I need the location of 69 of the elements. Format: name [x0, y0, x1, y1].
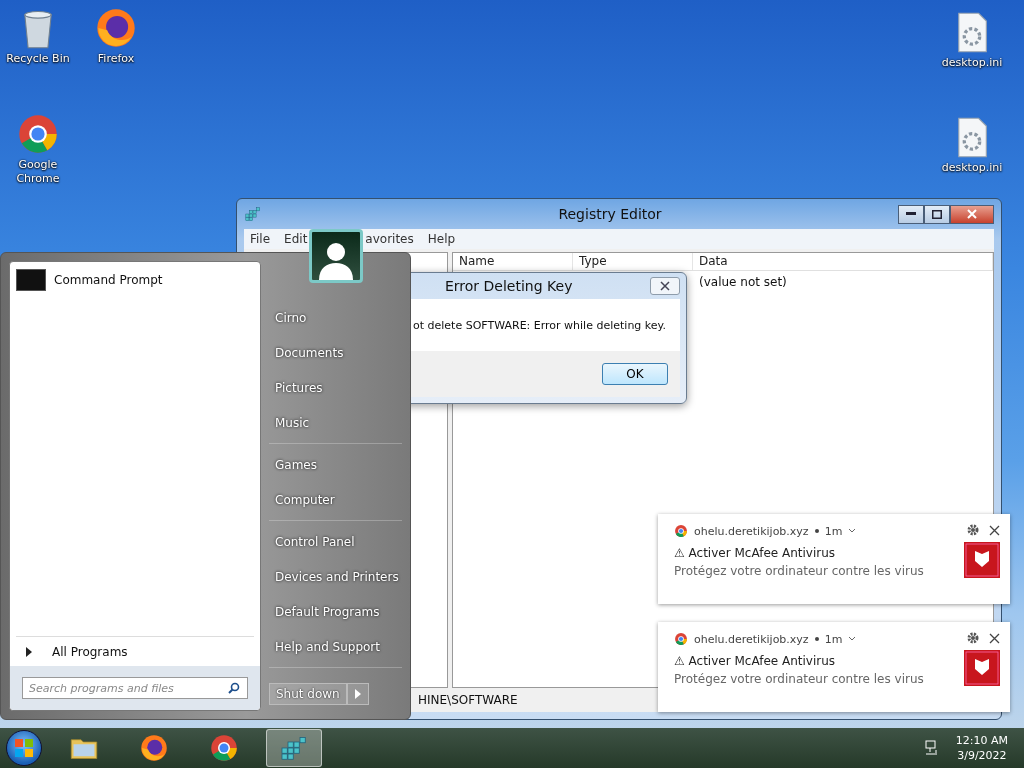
- notification-time: 1m: [824, 632, 843, 646]
- settings-icon[interactable]: [967, 632, 979, 644]
- notification-body: Protégez votre ordinateur contre les virus: [674, 564, 925, 578]
- search-icon[interactable]: [228, 682, 240, 694]
- desktop-icon-label: Firefox: [97, 52, 135, 66]
- close-icon[interactable]: [989, 632, 1000, 644]
- browser-icon[interactable]: [674, 524, 688, 538]
- desktop-icon-label: desktop.ini: [941, 161, 1003, 175]
- firefox-icon[interactable]: [94, 6, 138, 50]
- status-bar-path: HINE\SOFTWARE: [418, 693, 518, 707]
- program-item[interactable]: Command Prompt: [54, 273, 163, 287]
- terminal-icon[interactable]: [16, 269, 46, 291]
- shut-down-options-button[interactable]: [346, 683, 369, 705]
- shield-logo-icon: [964, 650, 1000, 686]
- menu-item[interactable]: Edit: [284, 232, 308, 246]
- notification-title: ⚠ Activer McAfee Antivirus: [674, 654, 837, 668]
- column-header[interactable]: Name: [453, 253, 573, 270]
- chrome-icon[interactable]: [16, 112, 60, 156]
- notification-time: 1m: [824, 524, 843, 538]
- maximize-icon: [932, 209, 942, 219]
- dialog-title: Error Deleting Key: [445, 278, 573, 294]
- notification-body: Protégez votre ordinateur contre les virus: [674, 672, 925, 686]
- notification-card[interactable]: ohelu.deretikijob.xyz 1m ⚠ Activer McAfee Antivirus Protégez votre ordinateur contre les virus: [658, 514, 1010, 604]
- user-avatar[interactable]: [309, 229, 363, 283]
- column-header[interactable]: Data: [693, 253, 993, 270]
- firefox-icon[interactable]: [139, 733, 169, 763]
- close-icon[interactable]: [989, 524, 1000, 536]
- notification-card[interactable]: ohelu.deretikijob.xyz 1m ⚠ Activer McAfee Antivirus Protégez votre ordinateur contre les virus: [658, 622, 1010, 712]
- dot-icon: [814, 529, 819, 533]
- taskbar-app-button[interactable]: [266, 729, 322, 767]
- settings-icon[interactable]: [967, 524, 979, 536]
- minimize-button[interactable]: [898, 204, 924, 224]
- notification-title: ⚠ Activer McAfee Antivirus: [674, 546, 837, 560]
- shield-logo-icon: [964, 542, 1000, 578]
- start-menu-link[interactable]: Default Programs: [269, 595, 402, 630]
- ok-button[interactable]: OK: [602, 363, 668, 385]
- triangle-icon[interactable]: [26, 646, 32, 657]
- close-icon: [660, 281, 670, 291]
- notification-site: ohelu.deretikijob.xyz: [694, 632, 809, 646]
- start-button[interactable]: [6, 730, 42, 766]
- close-icon: [967, 209, 977, 219]
- start-menu-link[interactable]: Control Panel: [269, 525, 402, 560]
- all-programs-link[interactable]: All Programs: [52, 644, 128, 659]
- desktop-icon-label: Google Chrome: [15, 158, 61, 186]
- close-button[interactable]: [950, 204, 994, 224]
- desktop-icon-label: desktop.ini: [941, 56, 1003, 70]
- search-field[interactable]: Search programs and files: [22, 677, 248, 699]
- menu-item[interactable]: File: [250, 232, 271, 246]
- error-message: ot delete SOFTWARE: Error while deleting key.: [413, 318, 666, 332]
- desktop-icon-label: Recycle Bin: [6, 52, 70, 66]
- chrome-icon[interactable]: [209, 733, 239, 763]
- chevron-down-icon[interactable]: [848, 528, 857, 534]
- chevron-down-icon[interactable]: [848, 636, 857, 642]
- menu-item[interactable]: Help: [427, 232, 456, 246]
- dot-icon: [814, 637, 819, 641]
- clock[interactable]: 12:10 AM 3/9/2022: [955, 733, 1008, 763]
- windows-logo-icon: [14, 738, 34, 758]
- triangle-icon: [354, 689, 361, 699]
- start-menu-link[interactable]: Devices and Printers: [269, 560, 402, 595]
- notification-site: ohelu.deretikijob.xyz: [694, 524, 809, 538]
- close-button[interactable]: [650, 277, 680, 295]
- menu-item[interactable]: avorites: [365, 232, 414, 246]
- minimize-icon: [906, 212, 916, 216]
- maximize-button[interactable]: [924, 204, 950, 224]
- column-header[interactable]: Type: [573, 253, 693, 270]
- browser-icon[interactable]: [674, 632, 688, 646]
- network-icon[interactable]: [923, 740, 940, 756]
- table-cell-text: (value not set): [698, 274, 788, 291]
- window-title: Registry Editor: [557, 206, 663, 222]
